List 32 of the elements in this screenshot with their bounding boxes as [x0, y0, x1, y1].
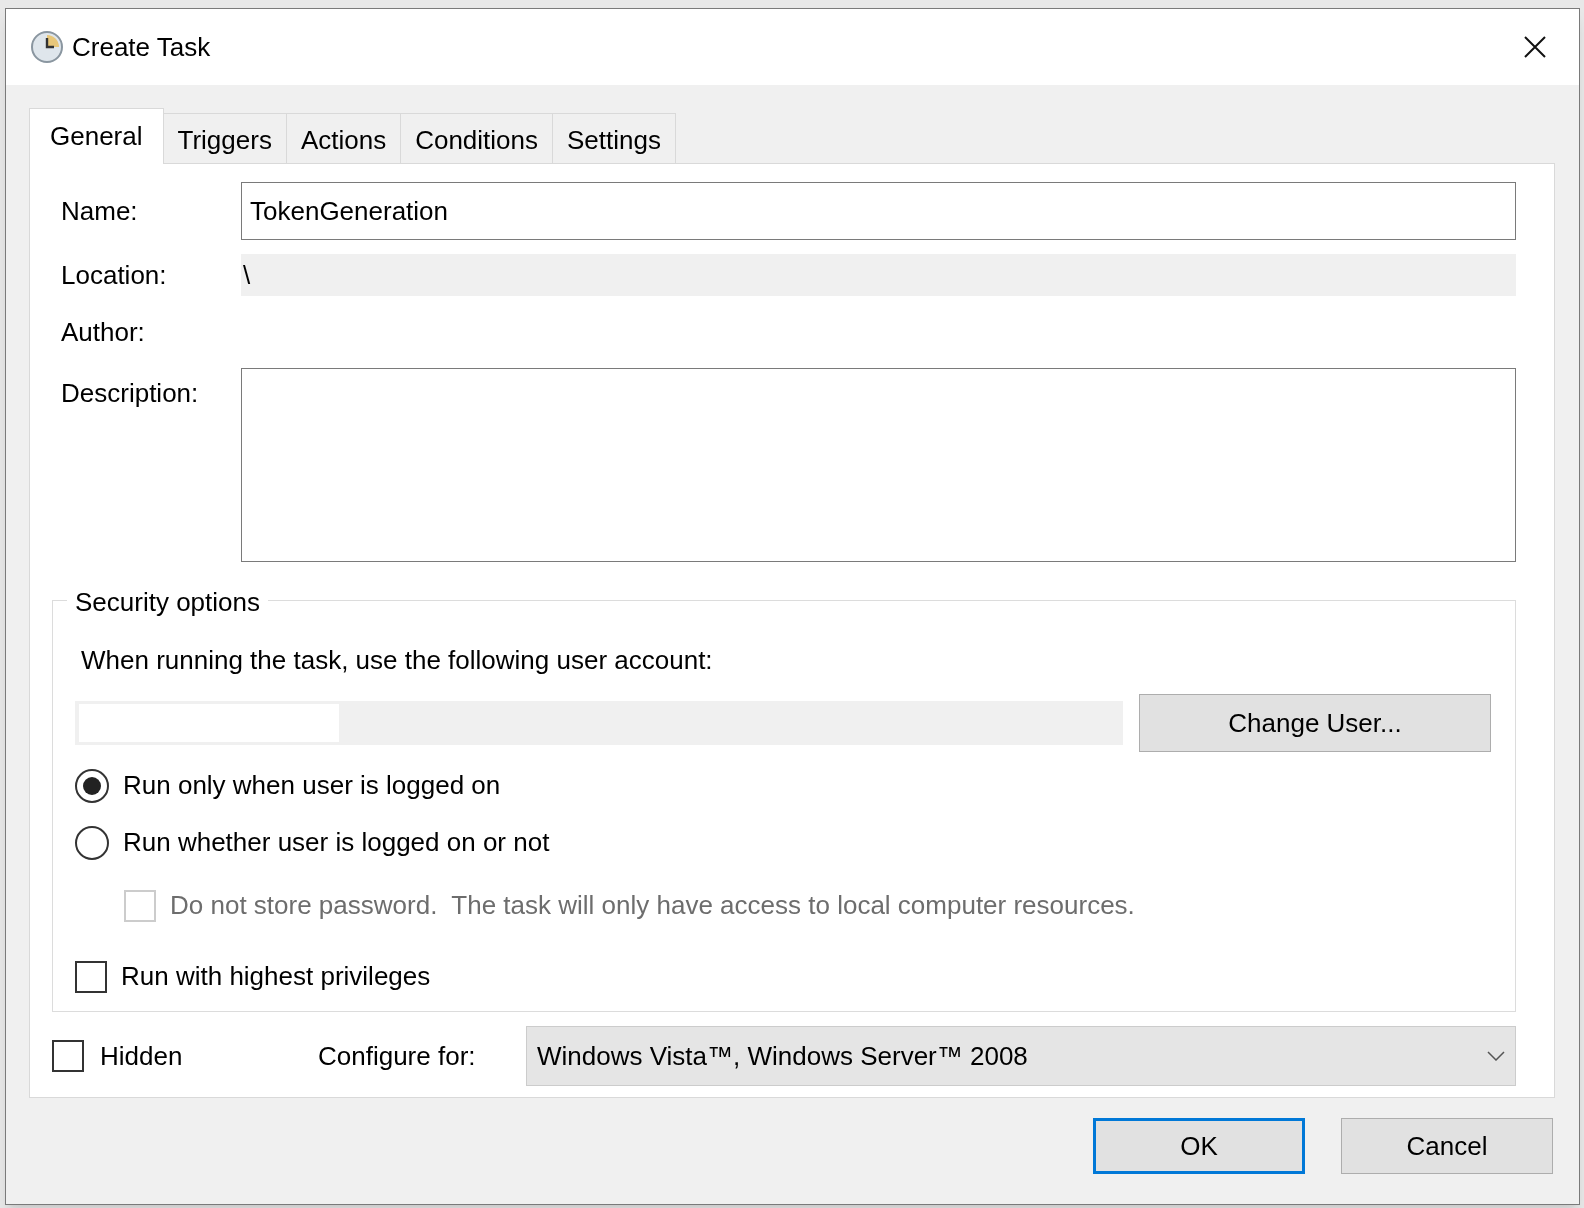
- description-field[interactable]: [241, 368, 1516, 562]
- configure-dropdown[interactable]: Windows Vista™, Windows Server™ 2008: [526, 1026, 1516, 1086]
- account-prompt: When running the task, use the following user account:: [80, 644, 714, 677]
- checkbox-label: Do not store password. The task will only have access to local computer resources.: [170, 889, 1135, 922]
- radio-button[interactable]: [75, 768, 109, 803]
- tab[interactable]: Conditions: [401, 113, 553, 163]
- change-user-button[interactable]: Change User...: [1139, 694, 1491, 752]
- window-title: Create Task: [72, 30, 211, 64]
- radio-label: Run whether user is logged on or not: [123, 826, 550, 859]
- name-field[interactable]: TokenGeneration: [241, 182, 1516, 240]
- dialog-button[interactable]: OK: [1093, 1118, 1305, 1174]
- field-label: Description:: [61, 377, 200, 410]
- tab[interactable]: Triggers: [163, 113, 287, 163]
- configure-label: Configure for:: [318, 1039, 477, 1073]
- clock-icon: [30, 30, 64, 64]
- radio-button[interactable]: [75, 825, 109, 860]
- field-label: Location:: [61, 258, 168, 292]
- tab[interactable]: General: [29, 108, 164, 164]
- chevron-down-icon: [1487, 1051, 1505, 1061]
- checkbox-label: Run with highest privileges: [121, 960, 431, 993]
- tab[interactable]: Actions: [286, 113, 402, 163]
- dropdown-value: Windows Vista™, Windows Server™ 2008: [537, 1039, 1029, 1073]
- checkbox[interactable]: [52, 1040, 84, 1072]
- location-value: \: [243, 258, 251, 292]
- radio-label: Run only when user is logged on: [123, 769, 501, 802]
- field-label: Name:: [61, 194, 139, 228]
- dialog-button[interactable]: Cancel: [1341, 1118, 1553, 1174]
- field-label: Author:: [61, 315, 146, 349]
- tab[interactable]: Settings: [553, 113, 676, 163]
- checkbox[interactable]: [75, 960, 107, 993]
- close-icon: [1524, 36, 1546, 58]
- checkbox-label: Hidden: [100, 1039, 184, 1073]
